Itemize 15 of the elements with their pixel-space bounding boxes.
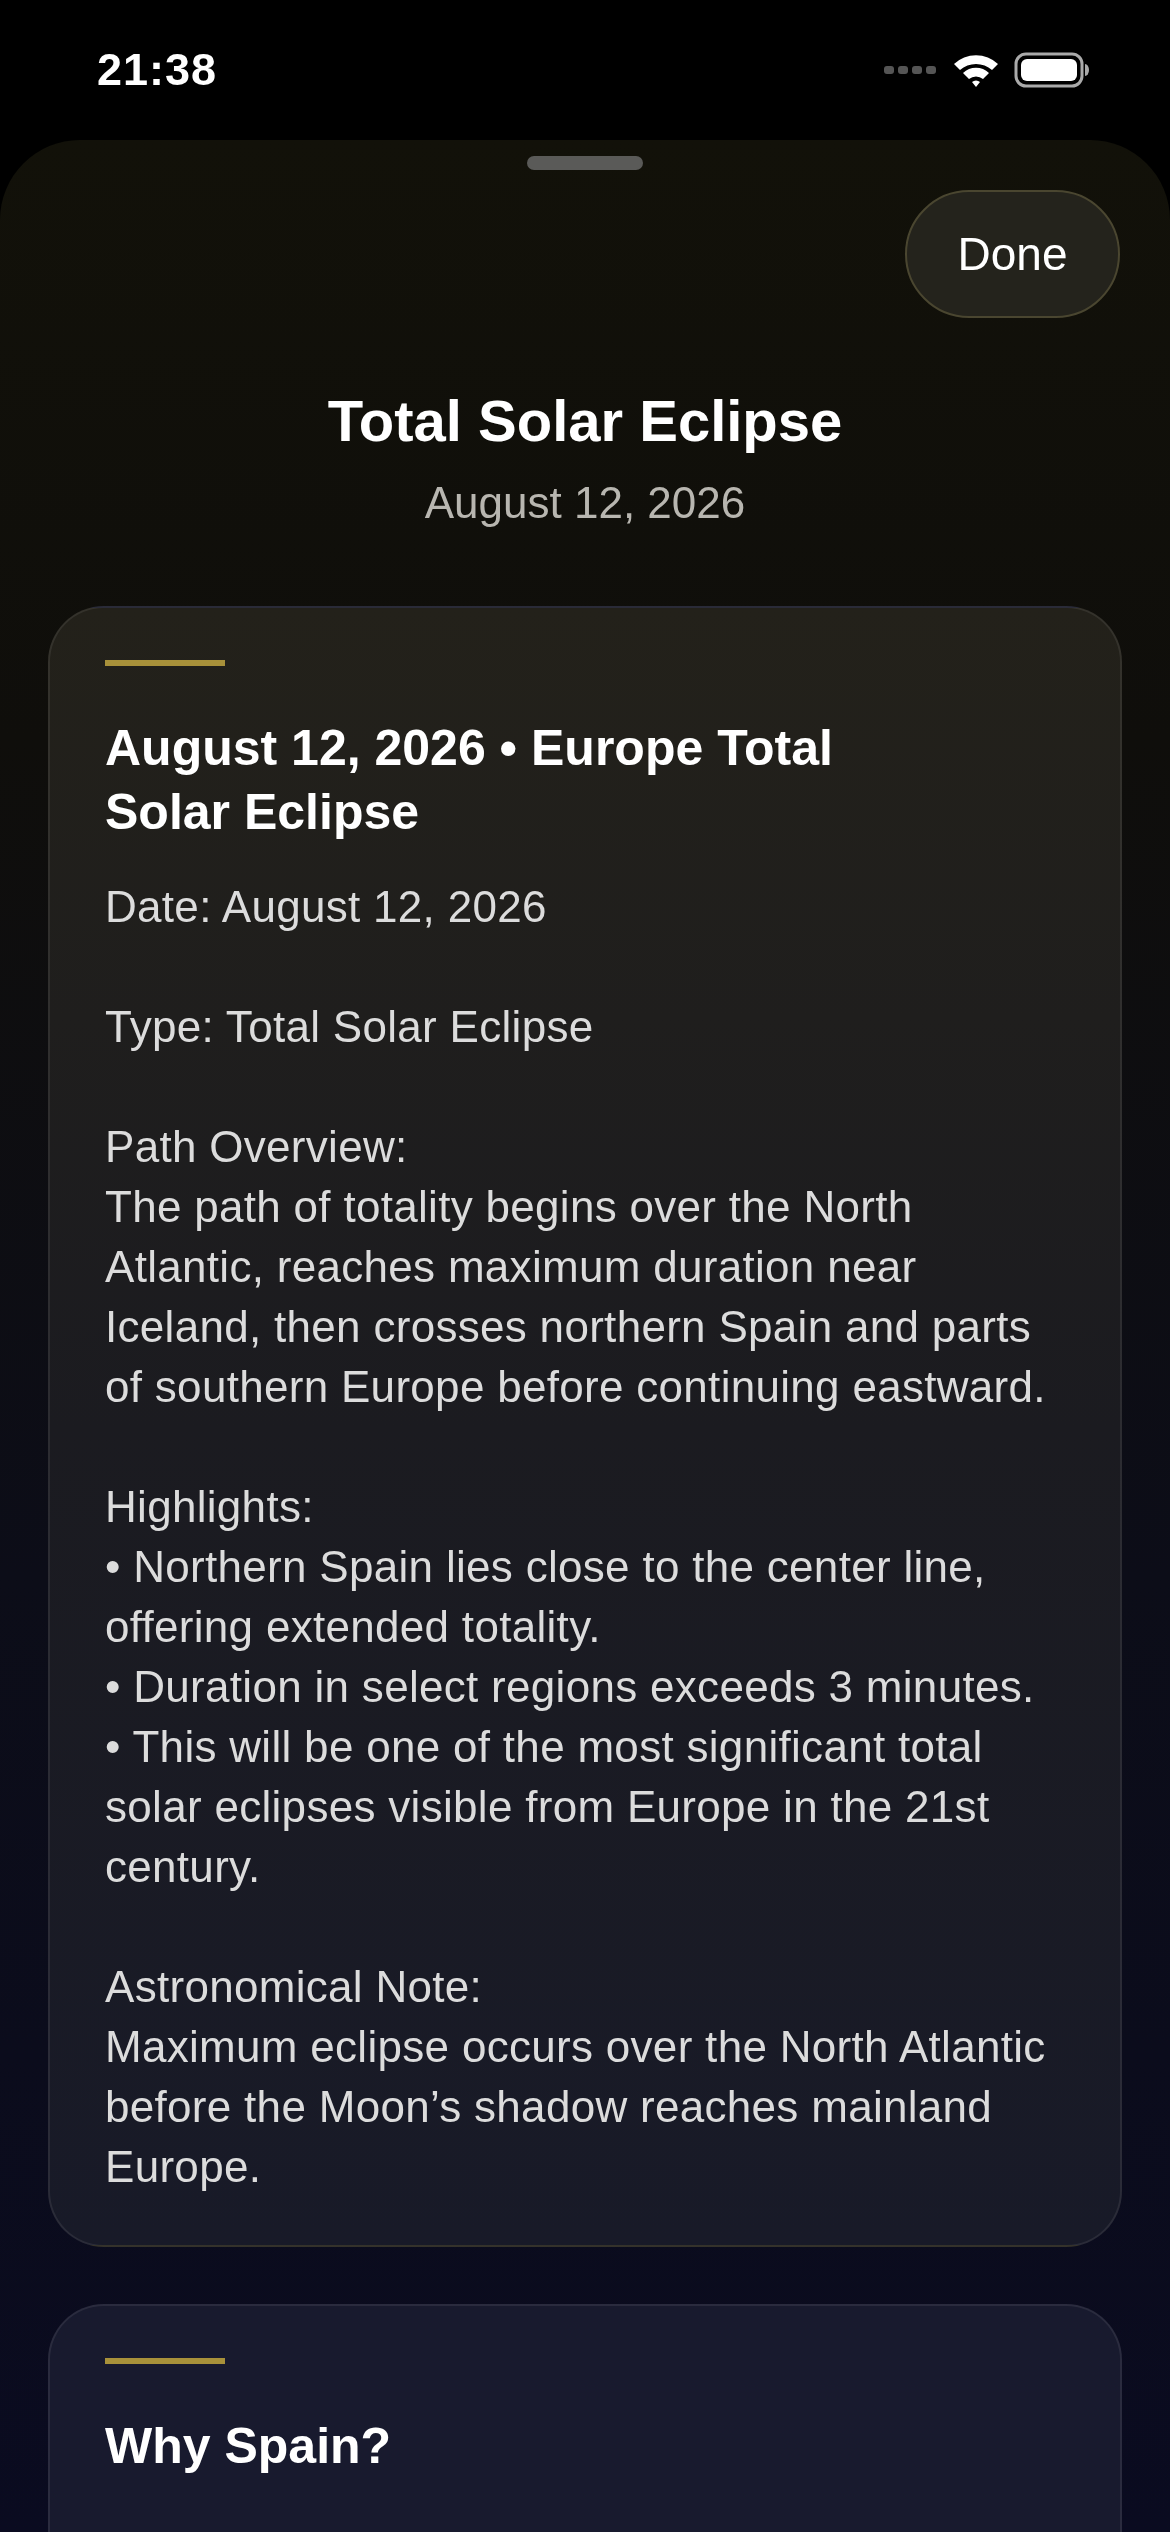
- card-paragraph: Astronomical Note: Maximum eclipse occurs over the North Atlantic before the Moon’s shadow reaches mainland Europe.: [105, 1961, 1047, 2193]
- battery-icon: [1014, 52, 1090, 88]
- card-paragraph: Date: August 12, 2026: [105, 881, 548, 933]
- card-paragraph: Path Overview: The path of totality begins over the North Atlantic, reaches maximum duration near Iceland, then crosses northern Spain and parts of southern Europe before continuing eastward.: [105, 1121, 1047, 1413]
- done-button[interactable]: Done: [905, 190, 1120, 318]
- wifi-icon: [952, 52, 1000, 88]
- signal-icon: [884, 64, 938, 76]
- card-title: August 12, 2026 • Europe Total Solar Eclipse: [105, 719, 834, 842]
- sheet-title: Total Solar Eclipse: [326, 387, 844, 455]
- card-paragraph: Type: Total Solar Eclipse: [105, 1001, 595, 1053]
- sheet-subtitle: August 12, 2026: [423, 477, 747, 529]
- card-paragraph: Highlights: • Northern Spain lies close to the center line, offering extended totality. • Duration in select regions exceeds 3 minutes. • This will be one of the most significant total solar eclipses visible from Europe in the 21st century.: [105, 1481, 1036, 1893]
- sheet-grabber[interactable]: [527, 156, 643, 170]
- card-title: Why Spain?: [105, 2417, 393, 2476]
- status-time: 21:38: [97, 44, 218, 96]
